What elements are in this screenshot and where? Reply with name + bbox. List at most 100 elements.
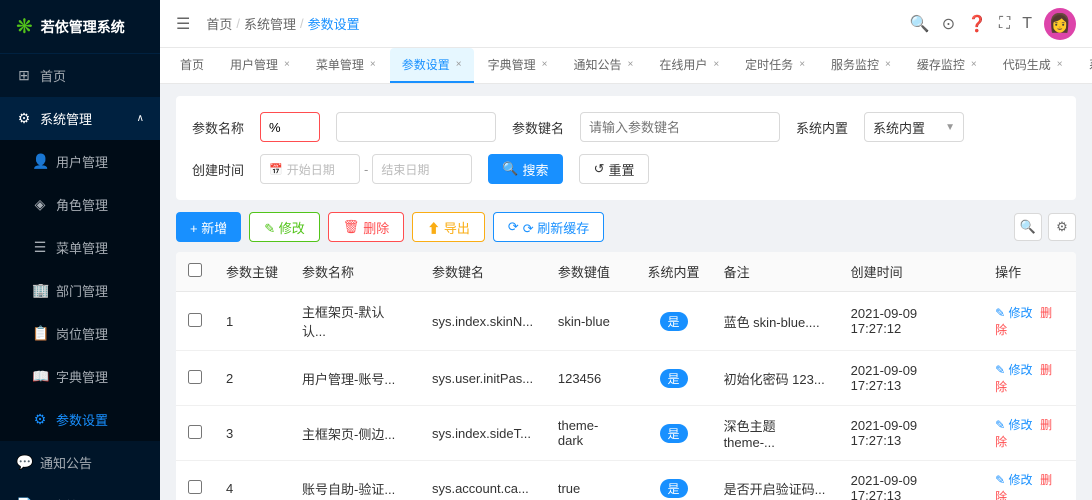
github-icon[interactable]: ⊙: [942, 14, 955, 34]
tab-label: 在线用户: [659, 56, 707, 73]
cell-id: 3: [214, 406, 290, 461]
tab-home[interactable]: 首页: [168, 48, 216, 83]
refresh-cache-button[interactable]: ⟳ ⟳ 刷新缓存: [493, 212, 604, 242]
tab-service-monitor[interactable]: 服务监控 ×: [819, 48, 903, 83]
delete-button[interactable]: 🗑 删除: [328, 212, 405, 242]
select-all-checkbox[interactable]: [188, 263, 202, 277]
cell-sys-internal: 是: [636, 292, 712, 351]
param-key-input[interactable]: [580, 112, 780, 142]
tab-close-icon[interactable]: ×: [627, 59, 633, 70]
breadcrumb-home[interactable]: 首页: [206, 14, 232, 33]
param-name-label: 参数名称: [192, 118, 244, 137]
tab-close-icon[interactable]: ×: [542, 59, 548, 70]
tab-notice[interactable]: 通知公告 ×: [561, 48, 645, 83]
edit-action-link[interactable]: ✎ 修改: [995, 363, 1032, 377]
sys-internal-select[interactable]: 系统内置 ▼: [864, 112, 964, 142]
date-label: 创建时间: [192, 160, 244, 179]
param-name-extra-input[interactable]: [336, 112, 496, 142]
sidebar-item-sys-mgmt[interactable]: ⚙ 系统管理 ∧: [0, 97, 160, 140]
tab-online-users[interactable]: 在线用户 ×: [647, 48, 731, 83]
sidebar-item-post-mgmt[interactable]: 📋 岗位管理: [0, 312, 160, 355]
cell-created: 2021-09-09 17:27:13: [839, 461, 983, 500]
sidebar-item-label: 用户管理: [56, 152, 108, 171]
tab-dict-mgmt[interactable]: 字典管理 ×: [476, 48, 560, 83]
row-checkbox[interactable]: [188, 370, 202, 384]
tab-label: 缓存监控: [917, 56, 965, 73]
row-checkbox[interactable]: [188, 480, 202, 494]
param-key-label: 参数键名: [512, 118, 564, 137]
sidebar-item-role-mgmt[interactable]: ◈ 角色管理: [0, 183, 160, 226]
cell-value: true: [546, 461, 636, 500]
reset-button[interactable]: ↺ 重置: [579, 154, 650, 184]
tab-sys-interface[interactable]: 系统接口 ×: [1077, 48, 1092, 83]
export-button[interactable]: ⬆ 导出: [412, 212, 485, 242]
sys-internal-badge: 是: [660, 424, 688, 443]
tab-scheduled-tasks[interactable]: 定时任务 ×: [733, 48, 817, 83]
delete-icon: 🗑: [343, 219, 360, 235]
tab-label: 参数设置: [402, 56, 450, 73]
question-icon[interactable]: ❓: [967, 14, 987, 34]
edit-button[interactable]: ✎ 修改: [249, 212, 320, 242]
table-search-icon[interactable]: 🔍: [1014, 213, 1042, 241]
fullscreen-icon[interactable]: ⛶: [999, 15, 1010, 33]
header-actions: 🔍 ⊙ ❓ ⛶ T 👩: [910, 8, 1076, 40]
cell-id: 1: [214, 292, 290, 351]
table-row: 2 用户管理-账号... sys.user.initPas... 123456 …: [176, 351, 1076, 406]
refresh-icon: ⟳: [508, 219, 519, 235]
tab-cache-monitor[interactable]: 缓存监控 ×: [905, 48, 989, 83]
cell-actions: ✎ 修改 删除: [983, 292, 1076, 351]
cell-name: 账号自助-验证...: [290, 461, 420, 500]
tab-user-mgmt[interactable]: 用户管理 ×: [218, 48, 302, 83]
tab-close-icon[interactable]: ×: [284, 59, 290, 70]
tab-close-icon[interactable]: ×: [370, 59, 376, 70]
tab-close-icon[interactable]: ×: [971, 59, 977, 70]
table-settings-icon[interactable]: ⚙: [1048, 213, 1076, 241]
date-start-input[interactable]: 📅 开始日期: [260, 154, 360, 184]
add-button[interactable]: + 新增: [176, 212, 241, 242]
toolbar: + 新增 ✎ 修改 🗑 删除 ⬆ 导出 ⟳ ⟳ 刷新缓存 🔍 ⚙: [176, 212, 1076, 242]
tab-close-icon[interactable]: ×: [885, 59, 891, 70]
sidebar-item-menu-mgmt[interactable]: ☰ 菜单管理: [0, 226, 160, 269]
tab-menu-mgmt[interactable]: 菜单管理 ×: [304, 48, 388, 83]
date-end-input[interactable]: 结束日期: [372, 154, 472, 184]
cell-key: sys.index.skinN...: [420, 292, 546, 351]
edit-action-link[interactable]: ✎ 修改: [995, 473, 1032, 487]
tab-label: 服务监控: [831, 56, 879, 73]
tab-label: 菜单管理: [316, 56, 364, 73]
sidebar-item-dept-mgmt[interactable]: 🏢 部门管理: [0, 269, 160, 312]
font-icon[interactable]: T: [1022, 15, 1032, 33]
refresh-cache-label: ⟳ 刷新缓存: [523, 218, 590, 237]
cell-value: theme-dark: [546, 406, 636, 461]
cell-remark: 深色主题theme-...: [712, 406, 839, 461]
sidebar-item-log-mgmt[interactable]: 📄 日志管理 ∨: [0, 484, 160, 500]
sidebar-item-user-mgmt[interactable]: 👤 用户管理: [0, 140, 160, 183]
breadcrumb-sys[interactable]: 系统管理: [244, 14, 296, 33]
avatar[interactable]: 👩: [1044, 8, 1076, 40]
tab-close-icon[interactable]: ×: [456, 59, 462, 70]
row-checkbox[interactable]: [188, 425, 202, 439]
sidebar-item-label: 字典管理: [56, 367, 108, 386]
tab-close-icon[interactable]: ×: [1057, 59, 1063, 70]
sidebar-item-notice[interactable]: 💬 通知公告: [0, 441, 160, 484]
sidebar-item-dict-mgmt[interactable]: 📖 字典管理: [0, 355, 160, 398]
row-checkbox[interactable]: [188, 313, 202, 327]
edit-action-link[interactable]: ✎ 修改: [995, 306, 1032, 320]
edit-action-link[interactable]: ✎ 修改: [995, 418, 1032, 432]
search-button[interactable]: 🔍 搜索: [488, 154, 562, 184]
filter-area: 参数名称 参数键名 系统内置 系统内置 ▼ 创建时间 📅 开始日期: [176, 96, 1076, 200]
param-name-input[interactable]: [260, 112, 320, 142]
tab-param-settings[interactable]: 参数设置 ×: [390, 48, 474, 83]
tab-close-icon[interactable]: ×: [799, 59, 805, 70]
sidebar: ❋ 若依管理系统 ⊞ 首页 ⚙ 系统管理 ∧ 👤 用户管理 ◈ 角色管理 ☰ 菜…: [0, 0, 160, 500]
date-separator: -: [364, 162, 368, 177]
sidebar-item-param-settings[interactable]: ⚙ 参数设置: [0, 398, 160, 441]
tab-code-gen[interactable]: 代码生成 ×: [991, 48, 1075, 83]
sidebar-item-label: 系统管理: [40, 109, 92, 128]
search-icon[interactable]: 🔍: [910, 14, 930, 34]
tab-close-icon[interactable]: ×: [713, 59, 719, 70]
tab-label: 字典管理: [488, 56, 536, 73]
menu-toggle-icon[interactable]: ☰: [176, 14, 190, 34]
chevron-up-icon: ∧: [137, 113, 144, 124]
sidebar-sub-menu: 👤 用户管理 ◈ 角色管理 ☰ 菜单管理 🏢 部门管理 📋 岗位管理 📖 字典管…: [0, 140, 160, 441]
sidebar-item-home[interactable]: ⊞ 首页: [0, 54, 160, 97]
